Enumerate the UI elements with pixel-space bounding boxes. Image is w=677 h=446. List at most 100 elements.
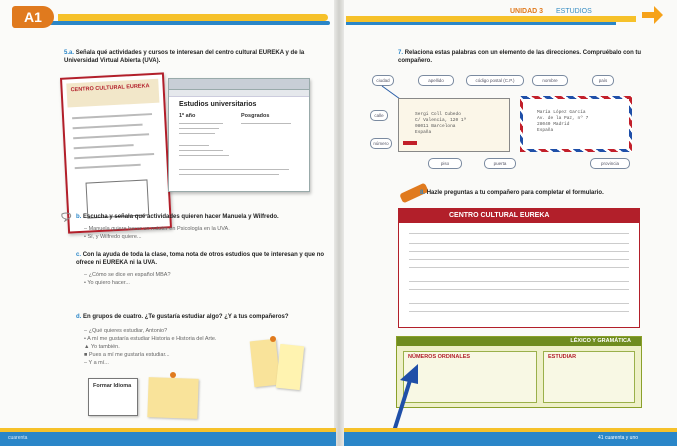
webpage-col2-label: Posgrados <box>241 113 270 119</box>
envelope-stamp <box>403 141 417 145</box>
form-field-line <box>409 303 629 304</box>
top-stripe-blue <box>40 21 330 25</box>
brochure-line <box>72 123 143 130</box>
activity-5d-line-3: ▲ Yo también. <box>84 344 120 350</box>
activity-5d-line-4: ■ Pues a mí me gustaría estudiar... <box>84 352 170 358</box>
activity-5c-line-1: – ¿Cómo se dice en español MBA? <box>84 272 171 278</box>
brochure-header: CENTRO CULTURAL EUREKA <box>66 78 160 108</box>
activity-5d-number: d. <box>76 314 82 320</box>
top-stripe-blue-right <box>346 22 616 25</box>
activity-8-heading: 8. Hazle preguntas a tu compañero para c… <box>420 190 640 198</box>
envelope-1-line-4: España <box>415 130 432 135</box>
activity-8-number: 8. <box>420 190 426 196</box>
activity-5d-line-1: – ¿Qué quieres estudiar, Antonio? <box>84 328 168 334</box>
envelope-2-line-4: España <box>537 128 554 133</box>
webpage-line <box>241 123 291 124</box>
next-arrow-icon <box>642 6 663 24</box>
webpage-col1-label: 1º año <box>179 113 196 119</box>
webpage-line <box>179 169 289 170</box>
brochure-line <box>74 163 141 170</box>
activity-5d-line-2: • A mí me gustaría estudiar Historia e H… <box>84 336 217 342</box>
audio-icon <box>61 212 72 222</box>
level-badge: A1 <box>12 6 54 28</box>
envelope-1: Sergi Coll Cubedo C/ Valencia, 120 1ª 08… <box>398 98 510 152</box>
word-tag: piso <box>428 158 462 169</box>
note-card-title: Formar Idioma <box>93 383 132 389</box>
university-webpage-image: Estudios universitarios 1º año Posgrados <box>168 78 310 192</box>
browser-toolbar <box>169 90 309 97</box>
activity-5c-number: c. <box>76 252 82 258</box>
browser-titlebar <box>169 79 309 90</box>
webpage-line <box>179 133 215 134</box>
sticky-note <box>147 377 199 419</box>
page-gutter <box>334 0 344 446</box>
word-tag: número <box>370 138 392 149</box>
unit-title: UNIDAD 3 <box>510 8 544 15</box>
form-field-line <box>409 243 629 244</box>
activity-5c-line-2: • Yo quiero hacer... <box>84 280 130 286</box>
textbook-spread: A1 UNIDAD 3 ESTUDIOS 5.a. Señala qué act… <box>0 0 677 446</box>
webpage-line <box>179 155 229 156</box>
form-field-line <box>409 311 629 312</box>
grammar-study-title: ESTUDIAR <box>548 354 577 360</box>
word-tag: país <box>592 75 614 86</box>
activity-5b-number: b. <box>76 214 82 220</box>
top-stripe-yellow <box>58 14 328 21</box>
activity-5a-number: 5.a. <box>64 50 75 56</box>
activity-5a-text: Señala qué actividades y cursos te inter… <box>64 50 305 64</box>
brochure-info-box <box>85 179 150 219</box>
grammar-box: LÉXICO Y GRAMÁTICA NÚMEROS ORDINALES EST… <box>396 336 642 408</box>
note-card: Formar Idioma <box>88 378 138 416</box>
grammar-study-panel: ESTUDIAR <box>543 351 635 403</box>
word-tag: puerta <box>484 158 516 169</box>
brochure-line <box>73 144 134 150</box>
activity-5b-heading: b. Escucha y señala qué actividades quie… <box>76 214 326 222</box>
webpage-line <box>179 123 223 124</box>
word-tag: nombre <box>532 75 568 86</box>
activity-5d-line-5: – Y a mí... <box>84 360 109 366</box>
registration-form: CENTRO CULTURAL EUREKA <box>398 208 640 328</box>
activity-5b-text: Escucha y señala qué actividades quieren… <box>83 214 279 220</box>
form-header: CENTRO CULTURAL EUREKA <box>399 209 639 223</box>
activity-5a-heading: 5.a. Señala qué actividades y cursos te … <box>64 50 314 65</box>
top-banner: A1 UNIDAD 3 ESTUDIOS <box>0 0 677 28</box>
activity-5b-line-1: – Manuela quiere hacer un máster en Psic… <box>84 226 230 232</box>
brochure-line <box>74 153 155 160</box>
webpage-line <box>179 128 219 129</box>
brochure-line <box>73 133 150 140</box>
form-field-line <box>409 289 629 290</box>
form-field-line <box>409 251 629 252</box>
form-field-line <box>409 233 629 234</box>
webpage-line <box>179 145 209 146</box>
brochure-title: CENTRO CULTURAL EUREKA <box>70 83 150 94</box>
activity-7-text: Relaciona estas palabras con un elemento… <box>398 50 642 64</box>
webpage-line <box>179 150 223 151</box>
activity-5b-line-2: • Sí, y Wilfredo quiere... <box>84 234 142 240</box>
form-field-line <box>409 281 629 282</box>
unit-subtitle: ESTUDIOS <box>556 8 592 15</box>
brochure-line <box>72 113 153 120</box>
activity-7-number: 7. <box>398 50 404 56</box>
word-tag: código postal (C.P.) <box>466 75 524 86</box>
bottom-stripe-blue <box>0 432 336 446</box>
webpage-title: Estudios universitarios <box>179 101 257 108</box>
eureka-brochure-image: CENTRO CULTURAL EUREKA <box>59 72 173 234</box>
activity-5d-text: En grupos de cuatro. ¿Te gustaría estudi… <box>83 314 289 320</box>
activity-5c-text: Con la ayuda de toda la clase, toma nota… <box>76 252 325 266</box>
activity-5c-heading: c. Con la ayuda de toda la clase, toma n… <box>76 252 326 267</box>
word-tag: provincia <box>590 158 630 169</box>
sticky-note <box>275 343 305 391</box>
grammar-box-header: LÉXICO Y GRAMÁTICA <box>397 337 641 346</box>
word-tag: apellido <box>418 75 454 86</box>
pin-icon <box>170 372 176 378</box>
left-page-footer: cuarenta <box>8 435 28 441</box>
activity-5d-heading: d. En grupos de cuatro. ¿Te gustaría est… <box>76 314 326 322</box>
activity-8-text: Hazle preguntas a tu compañero para comp… <box>426 190 604 196</box>
form-field-line <box>409 259 629 260</box>
envelope-airmail: María López García Av. de la Paz, nº 7 2… <box>520 96 632 152</box>
right-page-footer: 41 cuarenta y uno <box>598 435 639 441</box>
pin-icon <box>270 336 276 342</box>
form-field-line <box>409 267 629 268</box>
webpage-line <box>179 174 279 175</box>
activity-7-heading: 7. Relaciona estas palabras con un eleme… <box>398 50 648 65</box>
